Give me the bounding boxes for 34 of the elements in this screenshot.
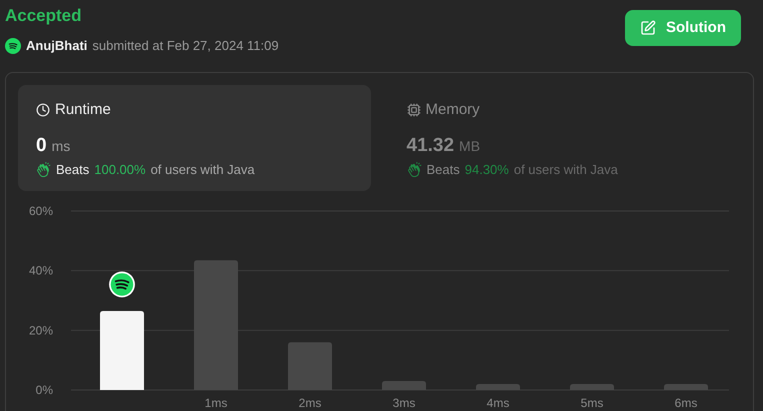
axis-tick-label: 2ms (298, 396, 322, 410)
beats-label: Beats (426, 161, 460, 179)
metric-label: Memory (426, 100, 480, 120)
beats-percent: 94.30% (464, 161, 509, 179)
beats-label: Beats (56, 161, 90, 179)
metric-unit: ms (52, 136, 70, 156)
beats-percent: 100.00% (94, 161, 146, 179)
metric-unit: MB (459, 136, 480, 156)
clock-icon (36, 103, 50, 118)
axis-tick-label: 0% (36, 383, 53, 397)
clapping-hands-icon (36, 162, 51, 178)
submission-time: submitted at Feb 27, 2024 11:09 (92, 37, 279, 55)
axis-tick-label: 20% (28, 323, 53, 338)
axis-tick-label: 3ms (392, 396, 416, 410)
metric-value: 0 (36, 134, 47, 158)
axis-tick-label: 5ms (580, 396, 604, 410)
metric-tab[interactable]: Memory 41.32 MB Beats 94.30% of users with Java (388, 85, 741, 191)
axis-tick-label: 60% (28, 204, 53, 218)
metric-label: Runtime (55, 100, 111, 120)
chip-icon (406, 103, 420, 118)
axis-tick-label: 4ms (486, 396, 510, 410)
clapping-hands-icon (406, 162, 422, 178)
avatar-icon (5, 38, 21, 54)
beats-suffix: of users with Java (514, 161, 618, 179)
metric-tab[interactable]: Runtime 0 ms Beats 100.00% of users with Java (18, 85, 370, 191)
beats-suffix: of users with Java (150, 161, 255, 179)
axis-tick-label: 6ms (674, 396, 698, 410)
username[interactable]: AnujBhati (26, 36, 88, 56)
avatar-marker-icon (109, 272, 135, 298)
axis-tick-label: 1ms (204, 396, 228, 410)
metric-value: 41.32 (406, 134, 454, 158)
edit-icon (640, 20, 656, 36)
axis-tick-label: 40% (28, 264, 53, 278)
status-title: Accepted (5, 5, 83, 27)
